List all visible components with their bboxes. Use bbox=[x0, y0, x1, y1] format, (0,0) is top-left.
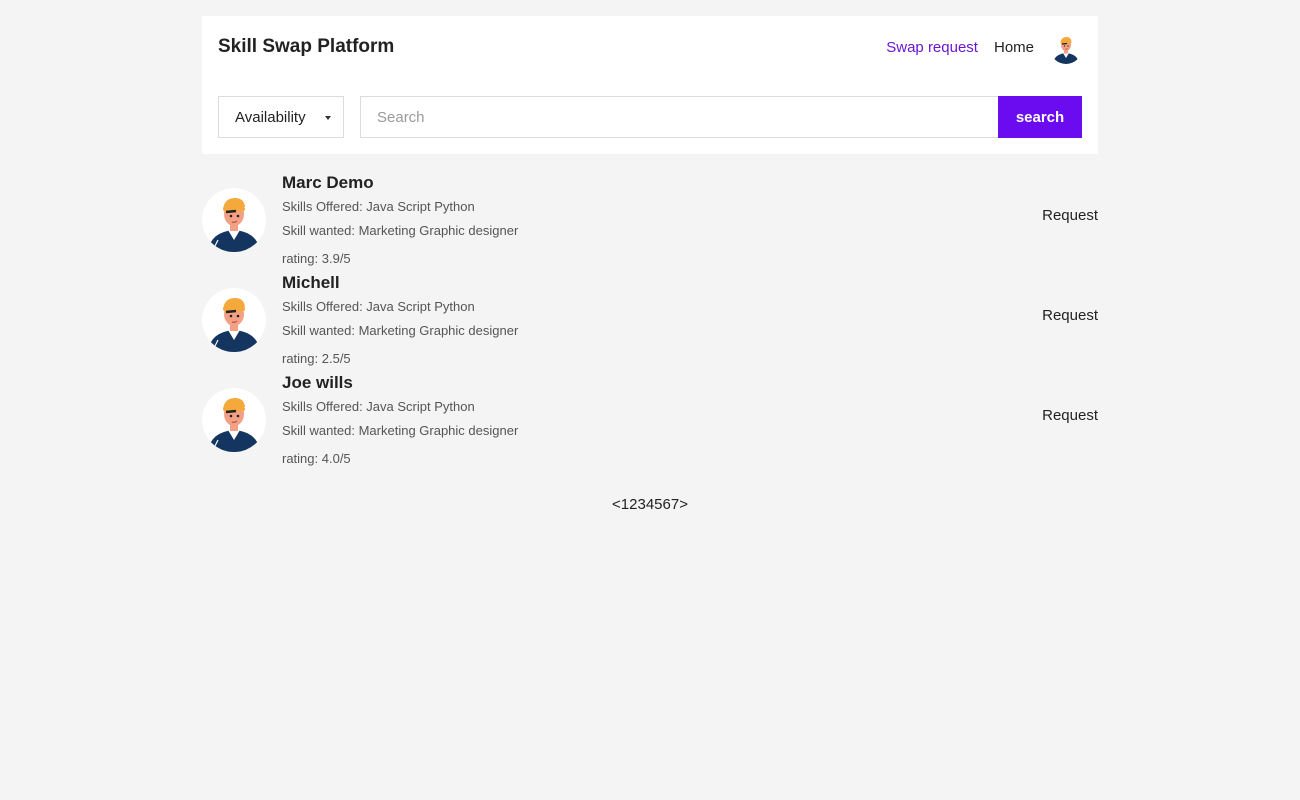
avatar bbox=[202, 288, 266, 352]
page-link-3[interactable]: 3 bbox=[637, 496, 645, 513]
user-avatar-icon bbox=[1050, 32, 1082, 64]
user-card: Michell Skills Offered: Java Script Pyth… bbox=[202, 270, 1098, 370]
page-link-5[interactable]: 5 bbox=[654, 496, 662, 513]
user-card: Joe wills Skills Offered: Java Script Py… bbox=[202, 370, 1098, 470]
header-card: Skill Swap Platform Swap request Home Av… bbox=[202, 16, 1098, 154]
caret-down-icon bbox=[325, 116, 331, 120]
profile-avatar[interactable] bbox=[1050, 32, 1082, 64]
search-input[interactable] bbox=[360, 96, 998, 138]
user-name: Marc Demo bbox=[282, 173, 374, 192]
top-nav: Swap request Home bbox=[886, 32, 1082, 64]
user-avatar-icon bbox=[202, 188, 266, 252]
home-link[interactable]: Home bbox=[994, 39, 1034, 57]
search-button[interactable]: search bbox=[998, 96, 1082, 138]
filter-row: Availability search bbox=[218, 96, 1082, 138]
user-rating: rating: 3.9/5 bbox=[282, 251, 351, 266]
avatar bbox=[202, 388, 266, 452]
skills-offered: Skills Offered: Java Script Python bbox=[282, 399, 475, 414]
availability-dropdown[interactable]: Availability bbox=[218, 96, 344, 138]
user-avatar-icon bbox=[202, 288, 266, 352]
user-rating: rating: 4.0/5 bbox=[282, 451, 351, 466]
skills-wanted: Skill wanted: Marketing Graphic designer bbox=[282, 323, 519, 338]
page-title: Skill Swap Platform bbox=[218, 36, 395, 57]
availability-label: Availability bbox=[235, 108, 306, 126]
page-link-7[interactable]: 7 bbox=[671, 496, 679, 513]
request-button[interactable]: Request bbox=[1042, 307, 1098, 325]
pagination: <1234567> bbox=[202, 496, 1098, 514]
page-link-1[interactable]: 1 bbox=[621, 496, 629, 513]
pagination-prev[interactable]: < bbox=[612, 496, 621, 513]
skills-wanted: Skill wanted: Marketing Graphic designer bbox=[282, 223, 519, 238]
user-avatar-icon bbox=[202, 388, 266, 452]
user-name: Michell bbox=[282, 273, 340, 292]
page-container: Skill Swap Platform Swap request Home Av… bbox=[202, 16, 1098, 513]
page-link-6[interactable]: 6 bbox=[663, 496, 671, 513]
page-link-4[interactable]: 4 bbox=[646, 496, 654, 513]
skills-offered: Skills Offered: Java Script Python bbox=[282, 299, 475, 314]
user-name: Joe wills bbox=[282, 373, 353, 392]
user-list: Marc Demo Skills Offered: Java Script Py… bbox=[202, 170, 1098, 470]
user-card: Marc Demo Skills Offered: Java Script Py… bbox=[202, 170, 1098, 270]
swap-request-link[interactable]: Swap request bbox=[886, 39, 978, 57]
avatar bbox=[202, 188, 266, 252]
request-button[interactable]: Request bbox=[1042, 207, 1098, 225]
request-button[interactable]: Request bbox=[1042, 407, 1098, 425]
user-rating: rating: 2.5/5 bbox=[282, 351, 351, 366]
skills-wanted: Skill wanted: Marketing Graphic designer bbox=[282, 423, 519, 438]
skills-offered: Skills Offered: Java Script Python bbox=[282, 199, 475, 214]
pagination-next[interactable]: > bbox=[679, 496, 688, 513]
